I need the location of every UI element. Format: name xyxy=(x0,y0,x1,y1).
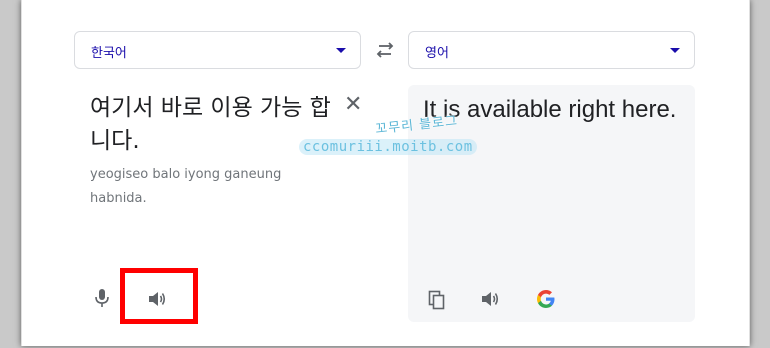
listen-translation-button[interactable] xyxy=(480,290,500,312)
microphone-icon xyxy=(95,289,109,307)
copy-icon xyxy=(428,290,445,310)
target-language-label: 영어 xyxy=(425,46,449,61)
speaker-icon xyxy=(482,292,499,306)
source-romanization: yeogiseo balo iyong ganeung habnida. xyxy=(90,167,282,206)
translate-widget: 한국어 영어 여기서 바로 이용 가능 합니다. ✕ yeogiseo balo… xyxy=(21,0,750,346)
google-logo-icon xyxy=(537,290,555,308)
target-language-select[interactable]: 영어 xyxy=(408,31,695,69)
source-language-label: 한국어 xyxy=(91,46,127,61)
chevron-down-icon xyxy=(336,48,346,53)
speaker-highlight-box xyxy=(120,268,198,324)
copy-button[interactable] xyxy=(428,290,446,314)
source-language-select[interactable]: 한국어 xyxy=(74,31,361,69)
chevron-down-icon xyxy=(670,48,680,53)
source-text-input[interactable]: 여기서 바로 이용 가능 합니다. xyxy=(90,92,340,158)
close-icon[interactable]: ✕ xyxy=(344,94,362,116)
translation-output: It is available right here. xyxy=(423,96,677,123)
microphone-button[interactable] xyxy=(94,288,110,312)
swap-languages-button[interactable] xyxy=(374,40,396,60)
swap-arrows-icon xyxy=(376,42,394,58)
google-logo-button[interactable] xyxy=(536,289,556,313)
